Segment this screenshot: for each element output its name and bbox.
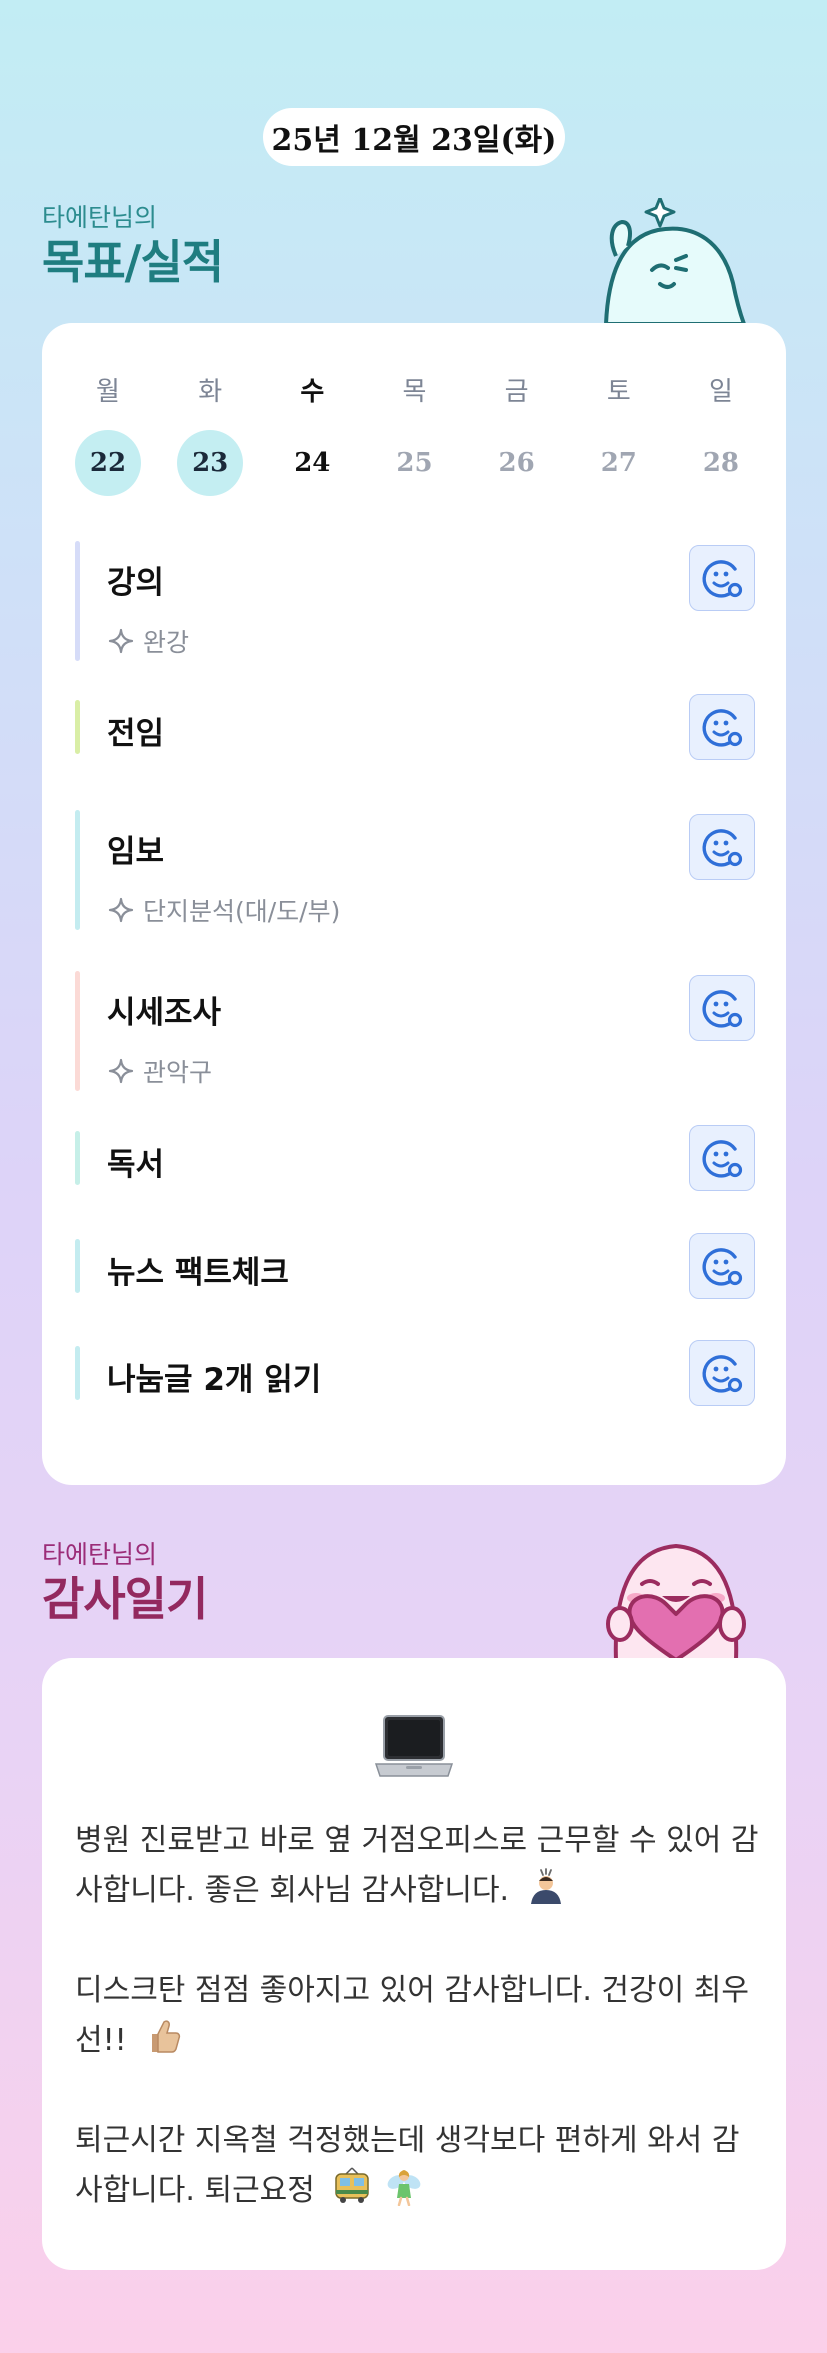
thanks-entry: 병원 진료받고 바로 옆 거점오피스로 근무할 수 있어 감사합니다. 좋은 회… [75,1816,765,1916]
weekday-mon: 월 [96,377,120,407]
goal-color-bar [75,1131,80,1185]
goal-status-button[interactable] [689,814,755,880]
smiley-status-icon [702,709,743,747]
goal-subtask-label: 관악구 [143,1058,213,1087]
current-date-pill[interactable]: 25년 12월 23일(화) [263,108,565,166]
date-cell-27[interactable]: 27 [586,430,652,496]
weekday-sun: 일 [708,377,733,407]
tram-emoji [335,2167,370,2203]
thanks-owner-label: 타에탄님의 [42,1540,158,1569]
weekday-header-row: 월 화 수 목 금 토 일 [75,371,754,408]
thanks-entry: 디스크탄 점점 좋아지고 있어 감사합니다. 건강이 최우선!! [75,1966,765,2066]
ghost-mascot-illustration [603,198,747,324]
goal-subtask: 단지분석(대/도/부) [107,892,340,928]
weekday-wed: 수 [300,377,325,407]
smiley-status-icon [702,1248,743,1286]
goal-item: 강의 완강 [75,541,755,661]
goal-color-bar [75,971,80,1091]
weekday-fri: 금 [504,377,529,407]
goal-color-bar [75,1239,80,1293]
sparkle-icon [108,1058,134,1084]
goal-item: 나눔글 2개 읽기 [75,1340,755,1406]
smiley-status-icon [702,1140,743,1178]
weekday-tue: 화 [198,377,223,407]
goal-status-button[interactable] [689,975,755,1041]
goal-status-button[interactable] [689,1340,755,1406]
goal-item: 전임 [75,694,755,760]
smiley-status-icon [702,829,743,867]
goal-item: 임보 단지분석(대/도/부) [75,810,755,930]
goal-title: 전임 [107,716,165,752]
laptop-emoji [374,1715,454,1777]
goal-status-button[interactable] [689,694,755,760]
smiley-status-icon [702,990,743,1028]
weekday-sat: 토 [606,377,631,407]
goal-item: 시세조사 관악구 [75,971,755,1091]
goal-title: 강의 [107,565,165,601]
thanks-entry-text: 병원 진료받고 바로 옆 거점오피스로 근무할 수 있어 감사합니다. 좋은 회… [75,1823,759,1908]
weekday-thu: 목 [402,377,427,407]
goals-section-heading: 타에탄님의 목표/실적 [42,198,224,290]
fairy-emoji [387,2170,421,2206]
date-cell-28[interactable]: 28 [688,430,754,496]
thanks-entry: 퇴근시간 지옥철 걱정했는데 생각보다 편하게 와서 감사합니다. 퇴근요정 [75,2116,765,2216]
thanks-section-heading: 타에탄님의 감사일기 [42,1535,208,1627]
bowing-person-emoji [530,1868,561,1904]
goal-color-bar [75,700,80,754]
date-cell-23[interactable]: 23 [177,430,244,496]
goals-owner-label: 타에탄님의 [42,203,158,232]
goal-color-bar [75,541,80,661]
goal-item: 독서 [75,1125,755,1191]
sparkle-icon [108,897,134,923]
thanks-title: 감사일기 [42,1572,208,1626]
goal-subtask: 관악구 [107,1053,212,1089]
week-date-row: 22 23 24 25 26 27 28 [75,430,754,496]
goal-title: 독서 [107,1147,165,1183]
smiley-status-icon [702,1355,743,1393]
goal-subtask-label: 완강 [143,628,190,657]
thumbs-up-emoji [152,2020,181,2053]
goal-color-bar [75,1346,80,1400]
goal-item: 뉴스 팩트체크 [75,1233,755,1299]
goal-color-bar [75,810,80,930]
goal-subtask-label: 단지분석(대/도/부) [143,897,341,926]
goal-title: 나눔글 2개 읽기 [107,1362,322,1398]
date-cell-25[interactable]: 25 [381,430,447,496]
goals-title: 목표/실적 [42,235,224,289]
goal-title: 뉴스 팩트체크 [107,1255,289,1291]
smiley-status-icon [702,560,743,598]
date-cell-26[interactable]: 26 [484,430,550,496]
goals-card: 월 화 수 목 금 토 일 22 23 24 25 26 27 28 강의 완강… [42,323,786,1485]
thanks-card: 병원 진료받고 바로 옆 거점오피스로 근무할 수 있어 감사합니다. 좋은 회… [42,1658,786,2270]
goal-status-button[interactable] [689,545,755,611]
current-date-label: 25년 12월 23일(화) [271,123,557,158]
goal-title: 시세조사 [107,995,222,1031]
goal-status-button[interactable] [689,1233,755,1299]
goal-status-button[interactable] [689,1125,755,1191]
goal-title: 임보 [107,834,165,870]
heart-mascot-illustration [606,1543,746,1660]
date-cell-22[interactable]: 22 [75,430,141,496]
goal-subtask: 완강 [107,623,189,659]
sparkle-icon [108,628,134,654]
date-cell-24[interactable]: 24 [279,430,345,496]
